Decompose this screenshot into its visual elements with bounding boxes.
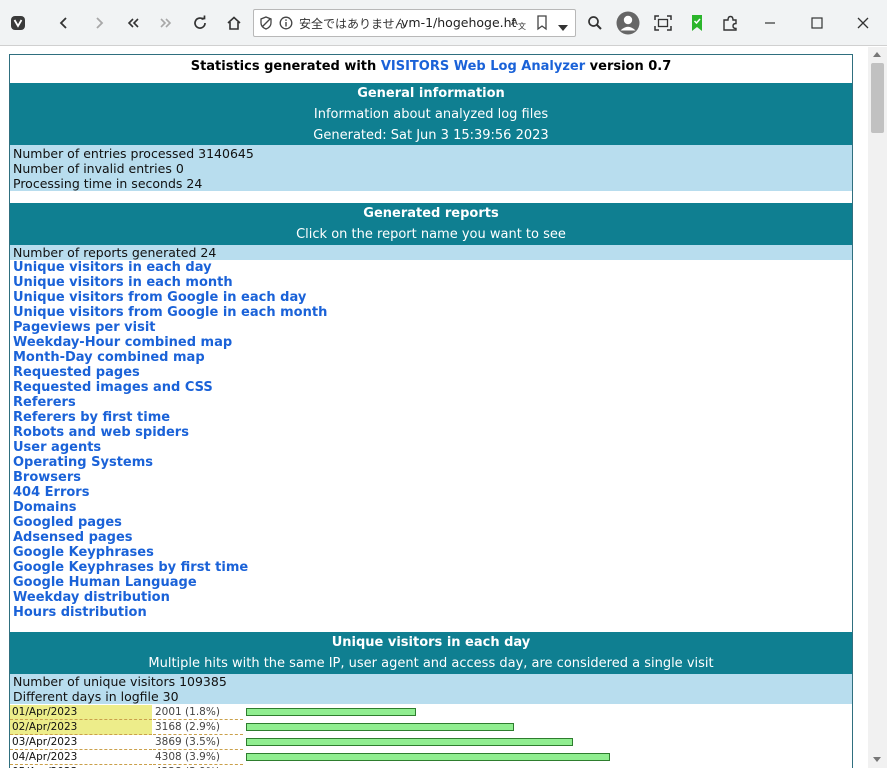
vivaldi-logo-icon[interactable] [4, 9, 32, 37]
visitor-bar [246, 738, 573, 746]
table-row: 03/Apr/2023 3869 (3.5%) [10, 735, 852, 750]
general-info-subheading: Information about analyzed log files [313, 107, 549, 122]
report-link[interactable]: Hours distribution [13, 605, 147, 620]
report-link[interactable]: Requested pages [13, 365, 140, 380]
different-days: Different days in logfile 30 [13, 689, 179, 704]
capture-icon[interactable] [649, 9, 677, 37]
report-link[interactable]: Unique visitors in each day [13, 260, 212, 275]
report-link[interactable]: Unique visitors in each month [13, 275, 233, 290]
report-link[interactable]: Requested images and CSS [13, 380, 213, 395]
title-link[interactable]: VISITORS Web Log Analyzer [381, 59, 585, 74]
page-content: Statistics generated with VISITORS Web L… [0, 47, 868, 768]
profile-icon[interactable] [614, 9, 642, 37]
day-label: 04/Apr/2023 [10, 750, 152, 765]
reload-icon[interactable] [186, 9, 214, 37]
visitor-count: 2001 (1.8%) [153, 705, 243, 720]
report-link[interactable]: Robots and web spiders [13, 425, 189, 440]
report-sheet: Statistics generated with VISITORS Web L… [9, 54, 853, 768]
bookmark-icon[interactable] [536, 15, 548, 35]
page-title: Statistics generated with VISITORS Web L… [10, 56, 852, 78]
unique-visitors-header: Unique visitors in each day Multiple hit… [10, 632, 852, 674]
minimize-icon[interactable] [756, 9, 784, 37]
visitor-bar [246, 723, 514, 731]
unique-visitors-subheading: Multiple hits with the same IP, user age… [148, 656, 714, 671]
reports-subheading: Click on the report name you want to see [296, 227, 566, 242]
report-link[interactable]: Adsensed pages [13, 530, 133, 545]
url-security-label: 安全ではありません [299, 17, 407, 31]
report-link[interactable]: Unique visitors from Google in each day [13, 290, 306, 305]
processing-time: Processing time in seconds 24 [13, 176, 203, 191]
back-icon[interactable] [50, 9, 78, 37]
rewind-icon[interactable] [119, 9, 147, 37]
report-link[interactable]: Referers [13, 395, 76, 410]
title-prefix: Statistics generated with [190, 59, 377, 74]
report-link[interactable]: Google Keyphrases [13, 545, 154, 560]
invalid-entries: Number of invalid entries 0 [13, 161, 184, 176]
report-link[interactable]: Domains [13, 500, 77, 515]
scroll-thumb[interactable] [871, 63, 884, 133]
report-link[interactable]: Google Human Language [13, 575, 197, 590]
close-icon[interactable] [849, 9, 877, 37]
scroll-down-arrow-icon[interactable] [873, 757, 881, 762]
report-link[interactable]: Googled pages [13, 515, 122, 530]
dropdown-icon[interactable] [558, 20, 568, 35]
report-link[interactable]: User agents [13, 440, 101, 455]
maximize-icon[interactable] [803, 9, 831, 37]
table-row: 01/Apr/2023 2001 (1.8%) [10, 705, 852, 720]
reports-header: Generated reports Click on the report na… [10, 203, 852, 245]
unique-visitors-count: Number of unique visitors 109385 [13, 674, 227, 689]
forward-icon[interactable] [85, 9, 113, 37]
report-link[interactable]: Month-Day combined map [13, 350, 205, 365]
home-icon[interactable] [220, 9, 248, 37]
general-info-box: Number of entries processed 3140645 Numb… [10, 145, 852, 191]
extensions-icon[interactable] [716, 9, 744, 37]
day-label: 01/Apr/2023 [10, 705, 152, 720]
info-icon[interactable] [279, 16, 293, 34]
unique-visitors-heading: Unique visitors in each day [331, 635, 531, 650]
report-link[interactable]: Weekday-Hour combined map [13, 335, 232, 350]
title-suffix: version 0.7 [589, 59, 672, 74]
report-link[interactable]: Unique visitors from Google in each mont… [13, 305, 327, 320]
svg-text:A: A [511, 17, 518, 28]
table-row: 04/Apr/2023 4308 (3.9%) [10, 750, 852, 765]
report-link[interactable]: Weekday distribution [13, 590, 170, 605]
report-link[interactable]: Pageviews per visit [13, 320, 156, 335]
unique-visitors-info: Number of unique visitors 109385 Differe… [10, 674, 852, 704]
report-link[interactable]: Operating Systems [13, 455, 153, 470]
report-link[interactable]: Referers by first time [13, 410, 170, 425]
translate-icon[interactable]: A文 [511, 15, 527, 35]
shield-icon[interactable] [259, 16, 273, 34]
browser-toolbar: 安全ではありません vm-1/hogehoge.ht A文 [0, 0, 887, 46]
report-link[interactable]: Google Keyphrases by first time [13, 560, 248, 575]
day-label: 02/Apr/2023 [10, 720, 152, 735]
visitor-bar [246, 708, 416, 716]
bookmark-green-icon[interactable] [683, 9, 711, 37]
general-info-header: General information Information about an… [10, 83, 852, 145]
svg-text:文: 文 [518, 21, 526, 31]
vertical-scrollbar[interactable] [868, 47, 887, 768]
report-link[interactable]: 404 Errors [13, 485, 89, 500]
table-row: 02/Apr/2023 3168 (2.9%) [10, 720, 852, 735]
generated-timestamp: Generated: Sat Jun 3 15:39:56 2023 [313, 128, 549, 143]
visitor-count: 4308 (3.9%) [153, 750, 243, 765]
search-icon[interactable] [581, 9, 609, 37]
reports-heading: Generated reports [363, 206, 499, 221]
visitor-bar [246, 753, 610, 761]
scroll-up-arrow-icon[interactable] [873, 52, 881, 57]
address-bar[interactable]: 安全ではありません vm-1/hogehoge.ht A文 [253, 9, 576, 37]
fast-forward-icon[interactable] [152, 9, 180, 37]
general-info-heading: General information [357, 86, 505, 101]
reports-count-box: Number of reports generated 24 [10, 245, 852, 260]
visitor-count: 3168 (2.9%) [153, 720, 243, 735]
visitor-count: 3869 (3.5%) [153, 735, 243, 750]
url-text[interactable]: vm-1/hogehoge.ht [401, 15, 516, 30]
reports-count: Number of reports generated 24 [13, 245, 217, 260]
report-link[interactable]: Browsers [13, 470, 81, 485]
day-label: 03/Apr/2023 [10, 735, 152, 750]
entries-processed: Number of entries processed 3140645 [13, 146, 254, 161]
